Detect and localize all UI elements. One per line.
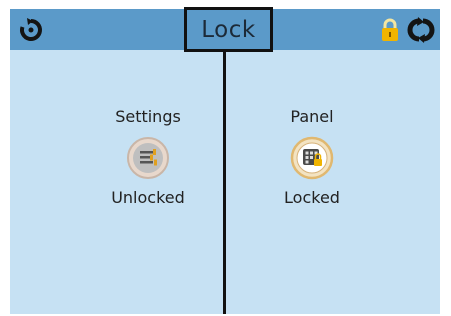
tile-settings[interactable]: Settings Unlocked	[78, 107, 218, 237]
settings-sliders-icon	[127, 137, 169, 179]
refresh-button[interactable]	[404, 16, 438, 44]
center-divider	[223, 52, 226, 314]
tile-panel-status: Locked	[284, 188, 340, 207]
page-title: Lock	[201, 16, 256, 43]
lock-screen: Lock Settings Unlocked Panel Locked	[10, 7, 440, 314]
tile-settings-status: Unlocked	[111, 188, 185, 207]
refresh-icon	[407, 17, 435, 43]
top-bar: Lock	[10, 7, 440, 52]
tile-settings-name: Settings	[115, 107, 181, 126]
panel-keypad-icon	[290, 136, 334, 180]
back-button[interactable]	[16, 16, 46, 44]
tile-panel[interactable]: Panel Locked	[242, 107, 382, 237]
padlock-icon[interactable]	[380, 18, 400, 42]
title-box: Lock	[184, 7, 273, 52]
rotate-back-icon	[20, 18, 42, 41]
tile-panel-name: Panel	[290, 107, 334, 126]
